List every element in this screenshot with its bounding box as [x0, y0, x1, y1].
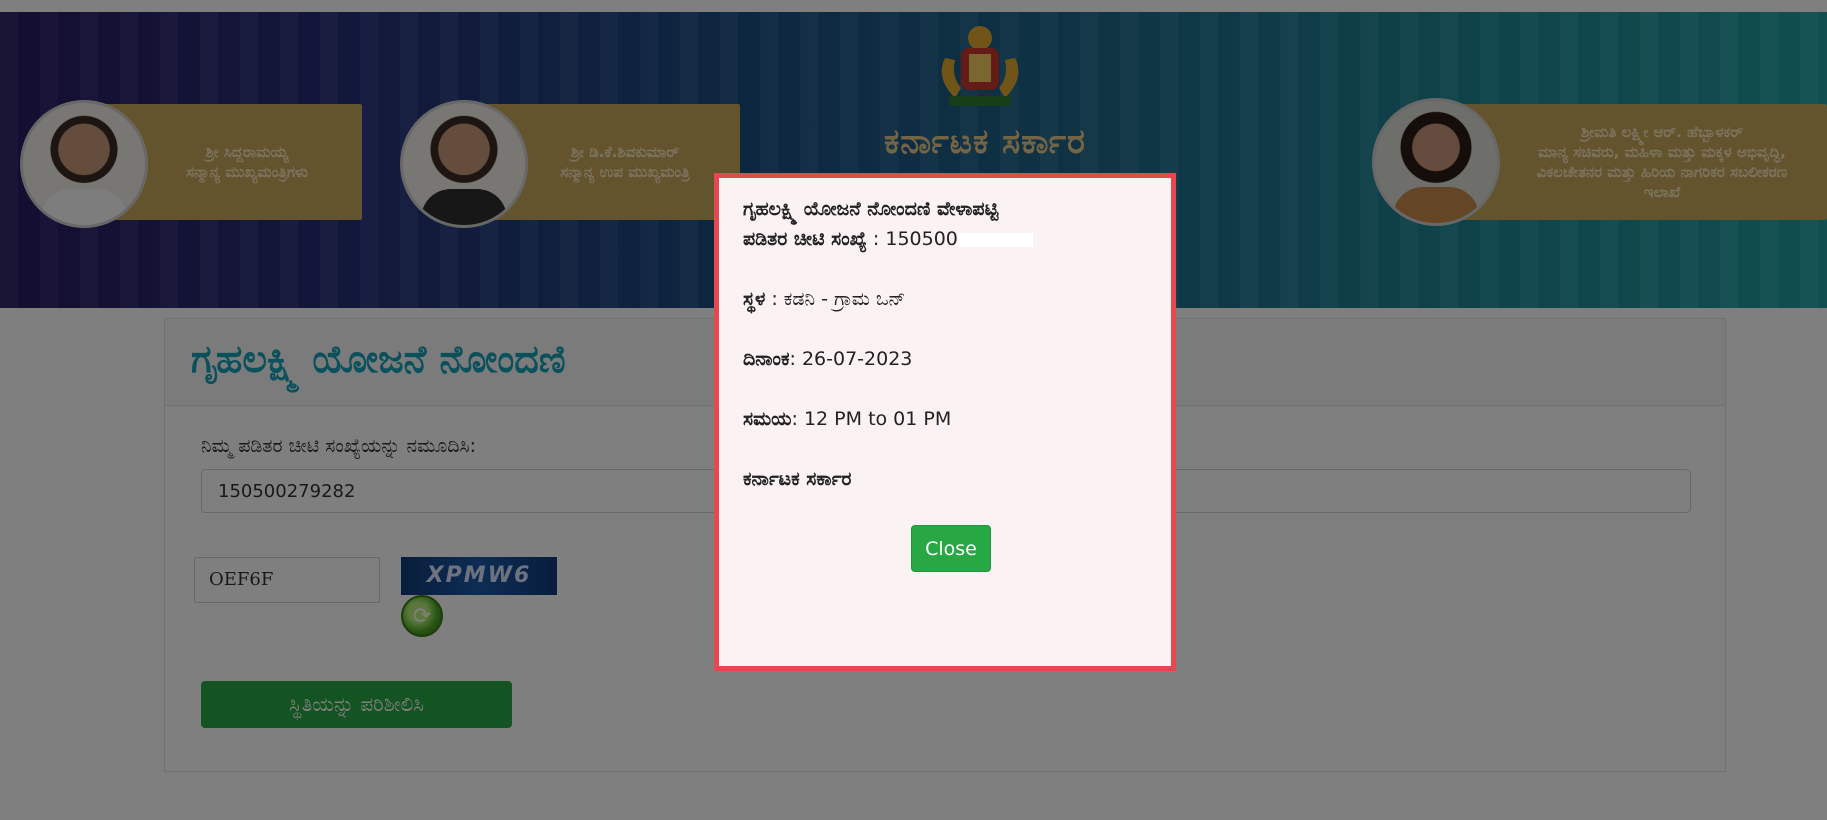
modal-ration-line: ಪಡಿತರ ಚೀಟಿ ಸಂಖ್ಯೆ : 150500: [743, 228, 1033, 250]
schedule-modal: ಗೃಹಲಕ್ಷ್ಮಿ ಯೋಜನೆ ನೋಂದಣಿ ವೇಳಾಪಟ್ಟಿ ಪಡಿತರ …: [714, 173, 1176, 671]
modal-place-line: ಸ್ಥಳ : ಕಡನಿ - ಗ್ರಾಮ ಒನ್: [743, 288, 906, 310]
redaction-block: [957, 232, 1033, 247]
close-button[interactable]: Close: [911, 525, 991, 572]
modal-footer-text: ಕರ್ನಾಟಕ ಸರ್ಕಾರ: [743, 468, 852, 490]
modal-time-line: ಸಮಯ: 12 PM to 01 PM: [743, 408, 952, 430]
modal-heading: ಗೃಹಲಕ್ಷ್ಮಿ ಯೋಜನೆ ನೋಂದಣಿ ವೇಳಾಪಟ್ಟಿ: [743, 198, 999, 220]
modal-date-line: ದಿನಾಂಕ: 26-07-2023: [743, 348, 913, 370]
